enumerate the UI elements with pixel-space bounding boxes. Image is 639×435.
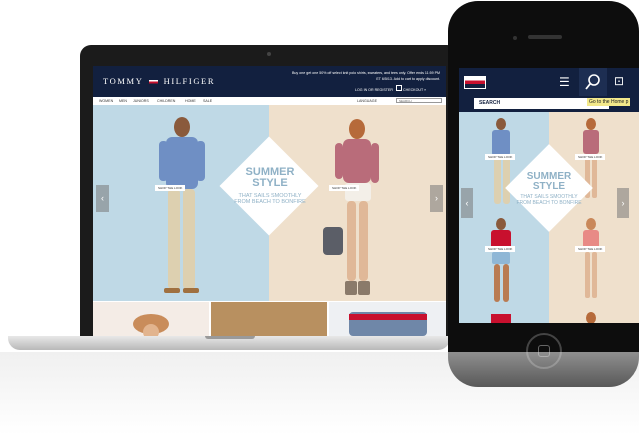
- tile-woman-hat[interactable]: [93, 302, 209, 336]
- tile-fabric[interactable]: [211, 302, 327, 336]
- shop-the-look-button[interactable]: SHOP THE LOOK: [155, 185, 186, 191]
- tile-shorts[interactable]: [329, 302, 446, 336]
- laptop-notch: [205, 336, 255, 339]
- woman-hat-image: [133, 314, 169, 336]
- carousel-prev-button[interactable]: ‹: [96, 185, 109, 212]
- shop-the-look-button[interactable]: SHOP THE LOOK: [329, 185, 360, 191]
- flag-icon[interactable]: [464, 76, 486, 89]
- shopping-bag-icon[interactable]: ⊡: [611, 74, 627, 90]
- mobile-header: ☰ ⊡: [459, 68, 639, 96]
- laptop-screen: TOMMY HILFIGER Buy one get one 50% off s…: [93, 66, 446, 336]
- checkout-link[interactable]: CHECKOUT »: [403, 88, 426, 92]
- mobile-carousel-prev[interactable]: ‹: [461, 188, 473, 218]
- phone-speaker: [528, 35, 562, 39]
- brand-name-1: TOMMY: [103, 76, 144, 86]
- promo-banner[interactable]: Buy one get one 50% off select knit polo…: [270, 70, 440, 82]
- promo-line-2: ET 6/5/13. Add to cart to apply discount…: [376, 77, 440, 81]
- brand-logo[interactable]: TOMMY HILFIGER: [103, 76, 215, 86]
- hero-banner[interactable]: SHOP THE LOOK SHOP THE LOOK SUMMER STYLE…: [93, 105, 446, 301]
- flag-icon: [148, 79, 158, 85]
- phone-camera: [513, 36, 517, 40]
- hero-tagline: THAT SAILS SMOOTHLY FROM BEACH TO BONFIR…: [234, 193, 306, 205]
- language-selector[interactable]: LANGUAGE: [357, 99, 377, 103]
- brand-name-2: HILFIGER: [163, 76, 216, 86]
- floor-reflection: [0, 352, 639, 435]
- menu-icon[interactable]: ☰: [559, 76, 573, 88]
- shop-the-look-button[interactable]: SHOP THE LOOK: [485, 246, 516, 252]
- search-input[interactable]: SEARCH: [396, 98, 442, 103]
- nav-juniors[interactable]: JUNIORS: [133, 99, 149, 103]
- laptop-camera: [267, 52, 271, 56]
- nav-sale[interactable]: SALE: [203, 99, 212, 103]
- carousel-next-button[interactable]: ›: [430, 185, 443, 212]
- mobile-hero[interactable]: SHOP THE LOOK SHOP THE LOOK SHOP THE LOO…: [459, 112, 639, 323]
- phone-screen: ☰ ⊡ SEARCH Go to the Home p SHOP THE LOO…: [459, 68, 639, 323]
- shop-the-look-button[interactable]: SHOP THE LOOK: [575, 246, 606, 252]
- nav-home[interactable]: HOME: [185, 99, 196, 103]
- search-icon: [585, 74, 600, 90]
- site-header: TOMMY HILFIGER Buy one get one 50% off s…: [93, 66, 446, 97]
- search-button[interactable]: [579, 68, 607, 96]
- main-nav: WOMEN MEN JUNIORS CHILDREN HOME SALE LAN…: [93, 97, 446, 105]
- hero-title-line-2: STYLE: [252, 177, 288, 189]
- home-tooltip: Go to the Home p: [587, 98, 631, 106]
- shorts-image: [349, 312, 427, 336]
- hero-title: SUMMER STYLE: [233, 167, 307, 189]
- login-link[interactable]: LOG IN OR REGISTER: [355, 88, 393, 92]
- mobile-hero-title: SUMMER STYLE: [517, 172, 581, 192]
- nav-men[interactable]: MEN: [119, 99, 127, 103]
- nav-women[interactable]: WOMEN: [99, 99, 113, 103]
- shop-the-look-button[interactable]: SHOP THE LOOK: [485, 154, 516, 160]
- product-tiles: [93, 302, 446, 336]
- shopping-bag-icon[interactable]: [396, 85, 402, 91]
- shop-the-look-button[interactable]: SHOP THE LOOK: [575, 154, 606, 160]
- mobile-hero-tagline: THAT SAILS SMOOTHLY FROM BEACH TO BONFIR…: [516, 194, 582, 206]
- nav-children[interactable]: CHILDREN: [157, 99, 175, 103]
- mobile-carousel-next[interactable]: ›: [617, 188, 629, 218]
- mobile-hero-title-line-2: STYLE: [532, 181, 566, 192]
